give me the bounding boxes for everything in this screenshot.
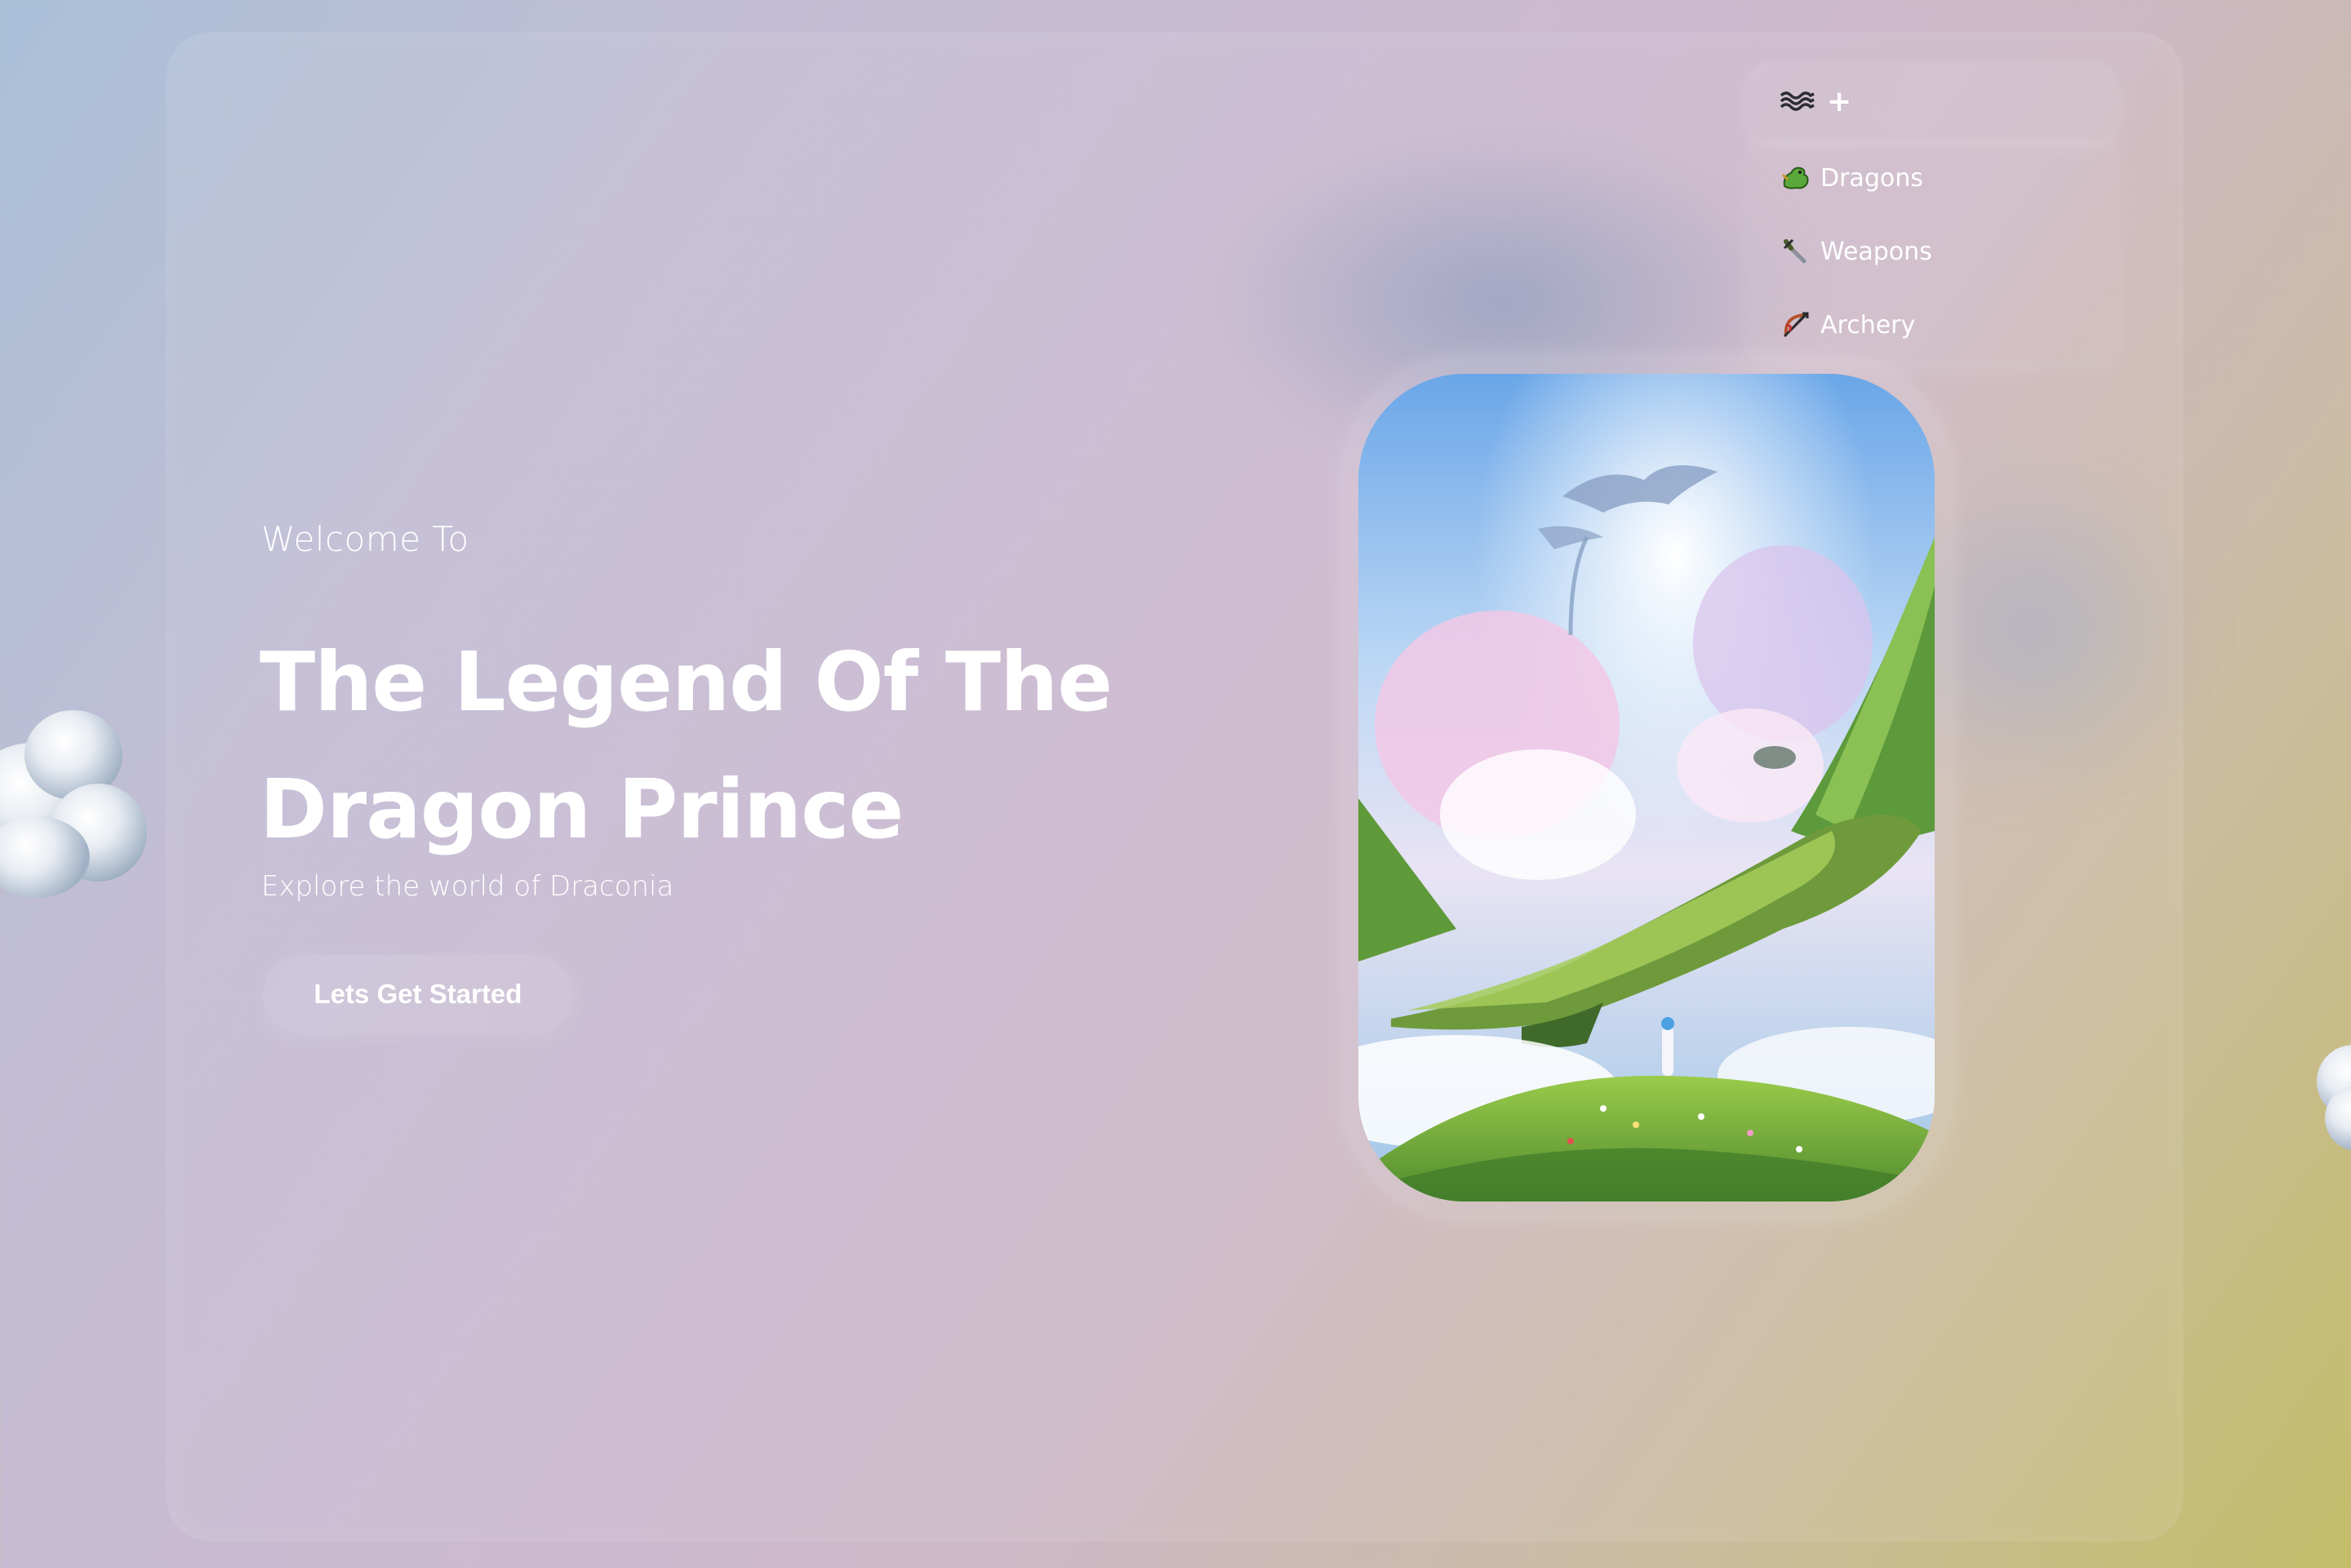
cloud-left xyxy=(0,694,155,906)
menu-item-label: Weapons xyxy=(1820,237,1932,266)
wave-icon xyxy=(1780,89,1815,113)
title-line-1: The Legend Of The xyxy=(260,634,1113,730)
dagger-icon xyxy=(1780,235,1812,268)
cloud-right xyxy=(2317,1037,2351,1159)
menu-item-archery[interactable]: Archery xyxy=(1780,302,1915,348)
dragon-icon xyxy=(1780,162,1812,194)
menu-item-label: Dragons xyxy=(1820,163,1923,193)
menu-item-dragons[interactable]: Dragons xyxy=(1780,155,1923,201)
plus-icon: + xyxy=(1827,84,1852,118)
menu-item-weapons[interactable]: Weapons xyxy=(1780,229,1932,274)
bow-arrow-icon xyxy=(1780,309,1812,341)
get-started-button[interactable]: Lets Get Started xyxy=(263,955,573,1033)
menu-item-label: Archery xyxy=(1820,310,1916,340)
menu-toggle[interactable]: + xyxy=(1747,62,2118,140)
title-line-2: Dragon Prince xyxy=(260,762,904,857)
page-title: The Legend Of The Dragon Prince xyxy=(260,619,1239,873)
subtitle: Explore the world of Draconia xyxy=(261,870,674,903)
welcome-text: Welcome To xyxy=(261,519,469,559)
menu-list: Dragons Weapons Archery xyxy=(1747,140,2118,361)
dragon-landscape-image xyxy=(1358,374,1935,1202)
